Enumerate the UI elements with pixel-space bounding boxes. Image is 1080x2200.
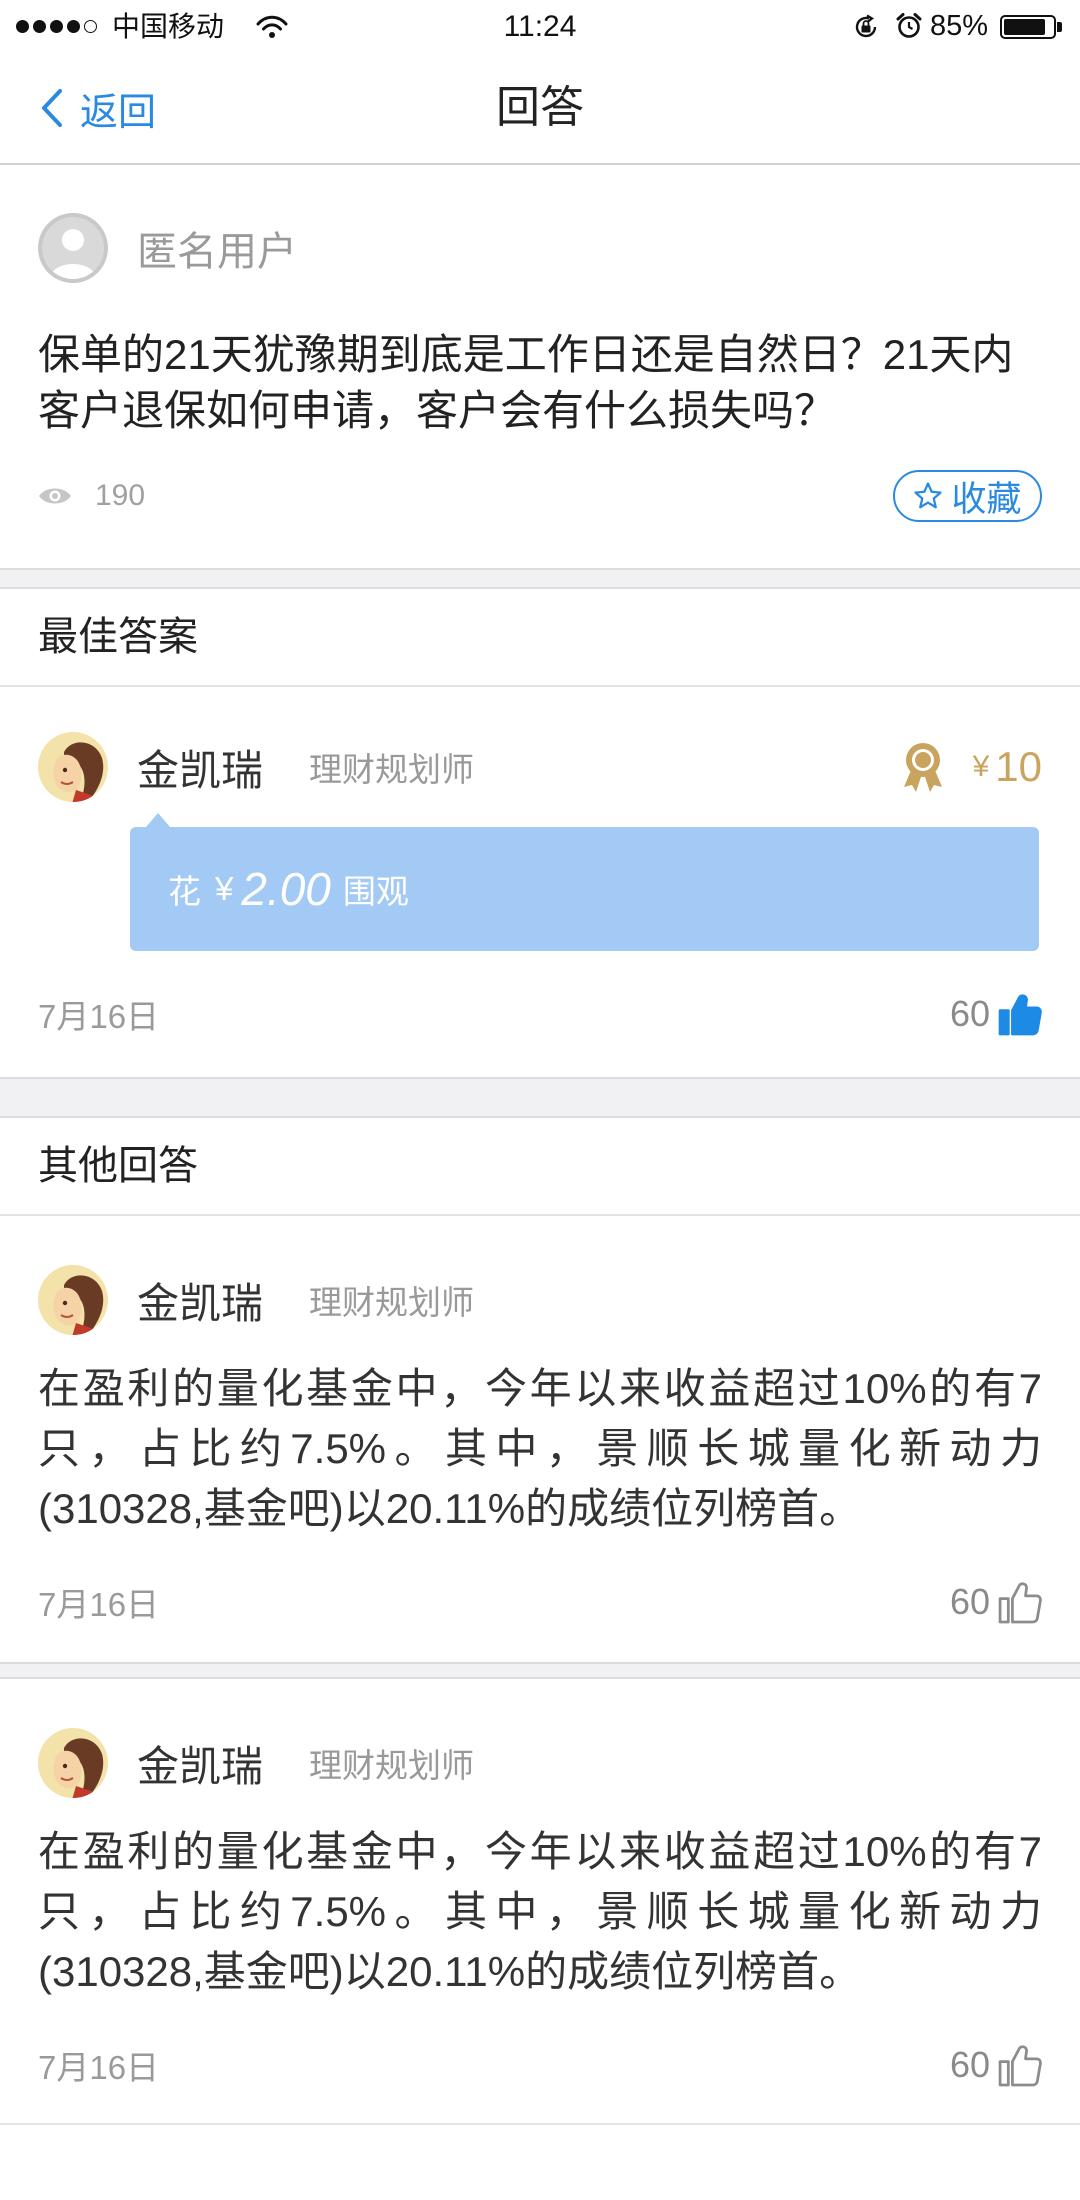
like-button[interactable]: 60: [950, 2043, 1042, 2087]
author-name[interactable]: 金凯瑞: [137, 1733, 263, 1794]
reward: ¥ 10: [898, 741, 1042, 793]
answer-date: 7月16日: [38, 1586, 160, 1623]
nav-bar: 返回 回答: [0, 53, 1080, 165]
battery-percentage: 85%: [930, 10, 989, 42]
answer-footer: 7月16日 60: [38, 1572, 1042, 1632]
battery-icon: [1000, 15, 1056, 39]
like-button[interactable]: 60: [950, 992, 1042, 1036]
like-count: 60: [949, 993, 990, 1034]
answer-divider: [0, 1662, 1080, 1679]
answer-text: 在盈利的量化基金中，今年以来收益超过10%的有7只，占比约7.5%。其中，景顺长…: [38, 1365, 1042, 1532]
like-count: 60: [949, 2044, 990, 2085]
reward-amount: 10: [995, 743, 1042, 790]
author-role: 理财规划师: [309, 751, 475, 788]
thumbs-up-icon: [998, 2043, 1042, 2087]
answer-footer: 7月16日 60: [38, 984, 1042, 1044]
eye-icon: [39, 488, 71, 504]
author-name[interactable]: 金凯瑞: [137, 1270, 263, 1331]
favorite-button[interactable]: 收藏: [893, 470, 1042, 522]
paywall-suffix: 围观: [342, 873, 409, 910]
author-row: 金凯瑞 理财规划师: [38, 1265, 1042, 1335]
favorite-label: 收藏: [951, 479, 1022, 519]
answer-footer: 7月16日 60: [38, 2035, 1042, 2095]
best-answer: 金凯瑞 理财规划师 ¥ 10 花 ¥ 2.00 围观 7月16日 60: [0, 687, 1080, 1077]
answer-date: 7月16日: [38, 998, 160, 1035]
status-bar: 中国移动 11:24 85%: [0, 0, 1080, 53]
question-card: 匿名用户 保单的21天犹豫期到底是工作日还是自然日？21天内客户退保如何申请，客…: [0, 165, 1080, 568]
alarm-icon: [895, 12, 923, 40]
reward-currency: ¥: [972, 750, 990, 783]
battery-nub: [1057, 22, 1062, 32]
paywall-button[interactable]: 花 ¥ 2.00 围观: [130, 813, 1039, 951]
paywall-currency: ¥: [215, 870, 234, 907]
paywall-prefix: 花: [168, 873, 201, 910]
section-divider: [0, 568, 1080, 589]
battery-fill: [1004, 19, 1045, 35]
like-button[interactable]: 60: [950, 1580, 1042, 1624]
answer-text: 在盈利的量化基金中，今年以来收益超过10%的有7只，占比约7.5%。其中，景顺长…: [38, 1828, 1042, 1995]
author-role: 理财规划师: [309, 1284, 475, 1321]
answer-item: 金凯瑞 理财规划师 在盈利的量化基金中，今年以来收益超过10%的有7只，占比约7…: [0, 1216, 1080, 1662]
paywall-price: 2.00: [241, 863, 331, 915]
author-name[interactable]: 金凯瑞: [137, 737, 263, 798]
page-title: 回答: [496, 83, 584, 132]
question-user-row: 匿名用户: [38, 213, 1042, 283]
author-row: 金凯瑞 理财规划师: [38, 1728, 1042, 1798]
view-count-value: 190: [95, 479, 146, 512]
author-avatar[interactable]: [38, 732, 108, 802]
thumbs-up-icon: [998, 992, 1042, 1036]
answer-date: 7月16日: [38, 2049, 160, 2086]
question-footer: 190 收藏: [38, 470, 1042, 522]
author-role: 理财规划师: [309, 1747, 475, 1784]
like-count: 60: [949, 1581, 990, 1622]
answer-item: 金凯瑞 理财规划师 在盈利的量化基金中，今年以来收益超过10%的有7只，占比约7…: [0, 1679, 1080, 2125]
medal-icon: [898, 741, 948, 793]
star-icon: [914, 482, 943, 509]
author-row: 金凯瑞 理财规划师 ¥ 10: [38, 732, 1042, 802]
other-answers-header: 其他回答: [0, 1118, 1080, 1216]
orientation-lock-icon: [853, 14, 879, 40]
author-avatar[interactable]: [38, 1265, 108, 1335]
question-text: 保单的21天犹豫期到底是工作日还是自然日？21天内客户退保如何申请，客户会有什么…: [38, 331, 1014, 434]
anonymous-avatar: [38, 213, 108, 283]
author-avatar[interactable]: [38, 1728, 108, 1798]
paywall-pointer: [146, 813, 170, 827]
question-user-name: 匿名用户: [137, 230, 297, 274]
section-divider: [0, 1077, 1080, 1118]
thumbs-up-icon: [998, 1580, 1042, 1624]
best-answer-header: 最佳答案: [0, 589, 1080, 687]
view-count: 190: [38, 479, 145, 513]
